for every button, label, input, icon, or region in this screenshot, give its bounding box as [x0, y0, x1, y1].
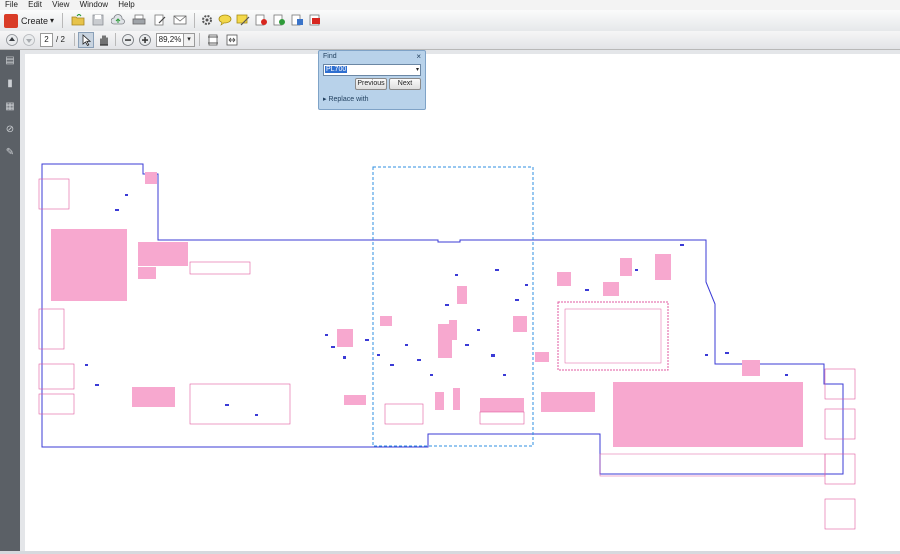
navigation-pane: ▤ ▮ ▦ ⊘ ✎ [0, 50, 20, 551]
zoom-level-input[interactable]: 89,2% [156, 33, 184, 47]
email-icon[interactable] [172, 12, 188, 28]
find-title: Find [323, 53, 337, 60]
previous-page-icon[interactable] [4, 32, 20, 48]
delete-page-icon[interactable] [253, 12, 269, 28]
menu-bar: File Edit View Window Help [0, 0, 900, 10]
replace-with-label: Replace with [328, 96, 369, 103]
pdf-export-icon[interactable] [307, 12, 323, 28]
highlight-icon[interactable] [235, 12, 251, 28]
chevron-right-icon: ▸ [323, 96, 327, 103]
menu-edit[interactable]: Edit [25, 0, 45, 10]
fit-width-icon[interactable] [224, 32, 240, 48]
menu-window[interactable]: Window [77, 0, 111, 10]
save-icon[interactable] [90, 12, 106, 28]
layers-icon[interactable]: ✎ [4, 147, 16, 159]
page-total: / 2 [56, 35, 65, 44]
find-previous-button[interactable]: Previous [355, 78, 387, 90]
create-button[interactable]: Create ▾ [4, 12, 54, 29]
pcb-schematic-drawing [38, 163, 856, 530]
menu-file[interactable]: File [2, 0, 21, 10]
toolbar-divider [115, 33, 116, 46]
bookmarks-icon[interactable]: ▮ [4, 78, 16, 90]
create-label: Create [21, 15, 49, 26]
zoom-in-icon[interactable] [137, 32, 153, 48]
find-search-input[interactable]: PL700 ▾ [323, 64, 421, 76]
toolbar-divider [74, 33, 75, 46]
select-cursor-icon[interactable] [78, 32, 94, 48]
hand-tool-icon[interactable] [96, 32, 112, 48]
toolbar-divider [199, 33, 200, 46]
document-page [25, 54, 900, 551]
chevron-down-icon: ▾ [50, 16, 55, 25]
zoom-out-icon[interactable] [120, 32, 136, 48]
comment-icon[interactable] [217, 12, 233, 28]
menu-view[interactable]: View [49, 0, 72, 10]
find-query: PL700 [325, 66, 348, 73]
replace-with-toggle[interactable]: ▸ Replace with [323, 95, 369, 103]
find-panel: Find × PL700 ▾ Previous Next ▸ Replace w… [318, 50, 426, 110]
zoom-dropdown-button[interactable]: ▾ [183, 33, 195, 47]
fit-page-icon[interactable] [205, 32, 221, 48]
page-thumbnails-icon[interactable]: ▤ [4, 55, 16, 67]
find-next-button[interactable]: Next [389, 78, 421, 90]
toolbar-divider [62, 13, 63, 28]
attachments-icon[interactable]: ⊘ [4, 124, 16, 136]
cloud-upload-icon[interactable] [110, 12, 126, 28]
chevron-down-icon[interactable]: ▾ [416, 65, 419, 75]
edit-document-icon[interactable] [152, 12, 168, 28]
next-page-icon[interactable] [21, 32, 37, 48]
menu-help[interactable]: Help [115, 0, 137, 10]
close-icon[interactable]: × [416, 52, 421, 61]
toolbar-divider [194, 13, 195, 28]
gear-icon[interactable] [199, 12, 215, 28]
page-number-input[interactable]: 2 [40, 33, 53, 47]
open-folder-icon[interactable] [70, 12, 86, 28]
create-pdf-icon [4, 13, 18, 28]
print-icon[interactable] [131, 12, 147, 28]
insert-page-icon[interactable] [289, 12, 305, 28]
extract-page-icon[interactable] [271, 12, 287, 28]
signatures-icon[interactable]: ▦ [4, 101, 16, 113]
